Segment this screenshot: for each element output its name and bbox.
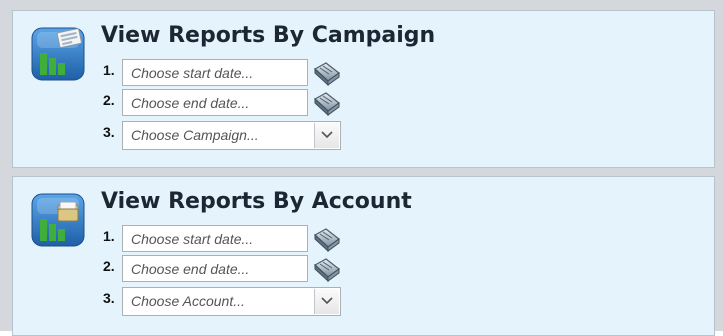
- account-select-value: Choose Account...: [131, 293, 245, 309]
- campaign-report-panel: View Reports By Campaign 1. 2.: [12, 10, 715, 168]
- account-report-panel: View Reports By Account 1. 2. 3. Choose …: [12, 176, 715, 336]
- select-arrow-button[interactable]: [314, 289, 339, 314]
- step-number: 3.: [103, 124, 115, 140]
- chevron-down-icon: [321, 297, 333, 305]
- campaign-start-date-input[interactable]: [122, 59, 308, 86]
- account-start-date-input[interactable]: [122, 225, 308, 252]
- campaign-select-value: Choose Campaign...: [131, 127, 259, 143]
- calendar-icon[interactable]: [311, 59, 341, 87]
- campaign-section-title: View Reports By Campaign: [101, 23, 436, 48]
- campaign-end-date-input[interactable]: [122, 89, 308, 116]
- chevron-down-icon: [321, 131, 333, 139]
- account-section-title: View Reports By Account: [101, 189, 412, 214]
- account-report-icon: [31, 193, 85, 247]
- step-number: 2.: [103, 258, 115, 274]
- step-number: 1.: [103, 228, 115, 244]
- calendar-icon[interactable]: [311, 225, 341, 253]
- step-number: 3.: [103, 290, 115, 306]
- account-end-date-input[interactable]: [122, 255, 308, 282]
- step-number: 1.: [103, 62, 115, 78]
- step-number: 2.: [103, 92, 115, 108]
- calendar-icon[interactable]: [311, 255, 341, 283]
- select-arrow-button[interactable]: [314, 123, 339, 148]
- campaign-select[interactable]: Choose Campaign...: [122, 121, 341, 150]
- account-select[interactable]: Choose Account...: [122, 287, 341, 316]
- calendar-icon[interactable]: [311, 89, 341, 117]
- campaign-report-icon: [31, 27, 85, 81]
